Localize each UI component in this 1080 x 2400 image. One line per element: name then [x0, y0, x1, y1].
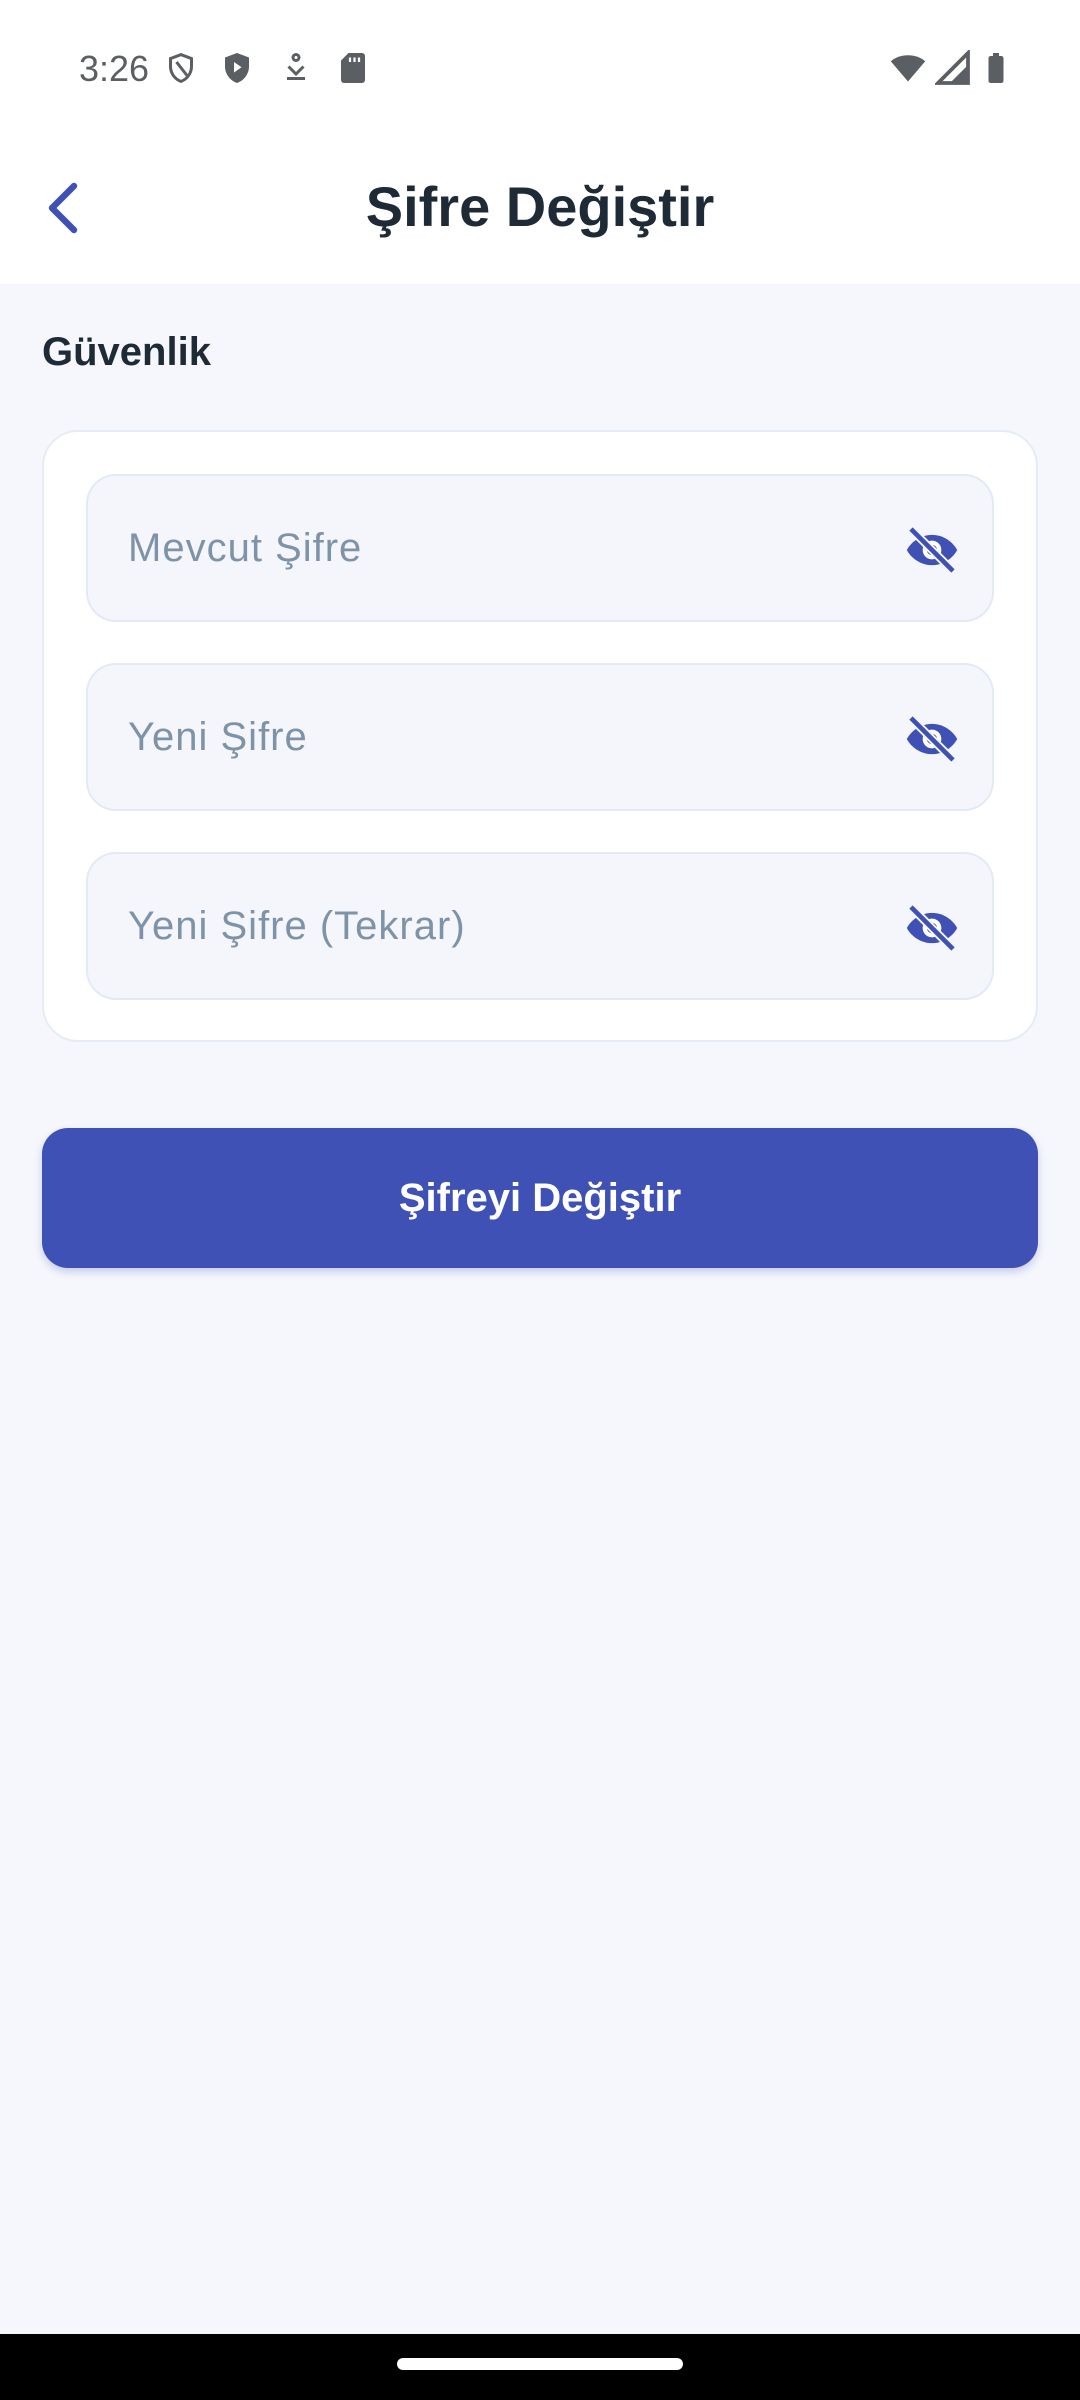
new-password-field[interactable] — [86, 663, 994, 811]
current-password-field[interactable] — [86, 474, 994, 622]
shield-outline-icon — [163, 50, 199, 86]
page-title: Şifre Değiştir — [365, 175, 715, 238]
status-bar: 3:26 — [0, 0, 1080, 136]
new-password-input[interactable] — [128, 665, 868, 809]
eye-off-icon — [906, 715, 958, 763]
app-bar: Şifre Değiştir — [0, 136, 1080, 284]
sd-card-icon — [335, 50, 371, 86]
toggle-visibility-button[interactable] — [902, 709, 962, 769]
eye-off-icon — [906, 526, 958, 574]
wifi-icon — [888, 50, 928, 86]
eye-off-icon — [906, 904, 958, 952]
change-password-button[interactable]: Şifreyi Değiştir — [42, 1128, 1038, 1268]
section-label: Güvenlik — [42, 330, 211, 374]
toggle-visibility-button[interactable] — [902, 898, 962, 958]
confirm-password-input[interactable] — [128, 854, 868, 998]
confirm-password-field[interactable] — [86, 852, 994, 1000]
download-icon — [278, 50, 314, 86]
change-password-screen: 3:26 Şifre Değiştir Güvenlik Şifreyi Değ… — [0, 0, 1080, 2400]
password-form-card — [42, 430, 1038, 1042]
status-time: 3:26 — [79, 48, 150, 89]
cellular-signal-icon — [935, 50, 971, 86]
battery-icon — [978, 50, 1014, 86]
shield-play-icon — [219, 50, 255, 86]
toggle-visibility-button[interactable] — [902, 520, 962, 580]
current-password-input[interactable] — [128, 476, 868, 620]
home-gesture-handle[interactable] — [397, 2358, 683, 2370]
